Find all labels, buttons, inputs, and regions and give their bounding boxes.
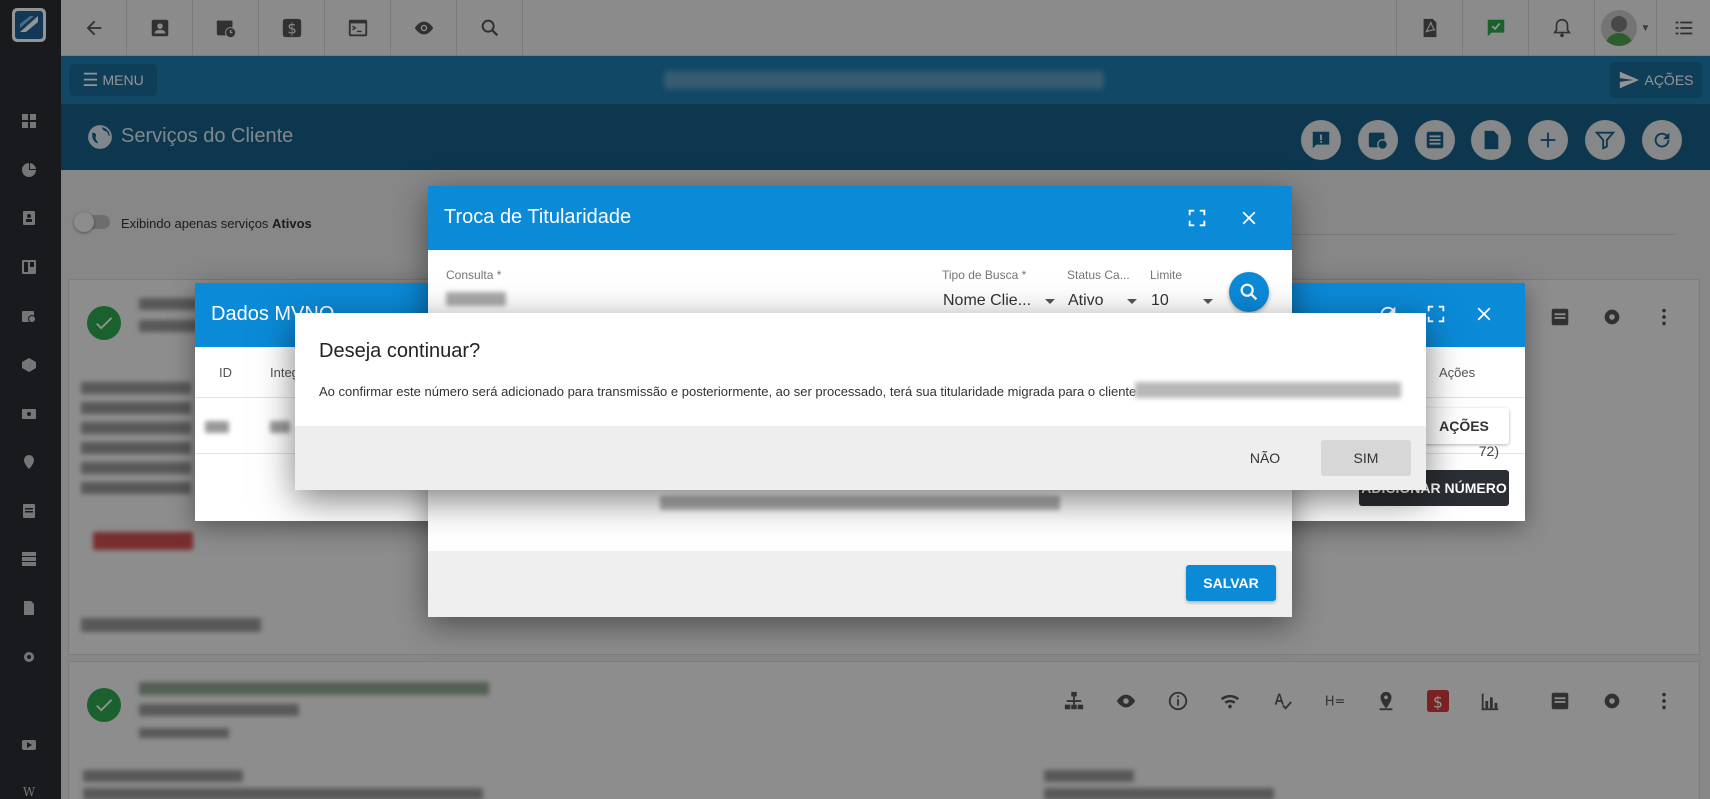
confirm-dialog-footer: NÃO SIM xyxy=(295,426,1426,490)
consulta-label: Consulta * xyxy=(446,268,502,282)
ownership-dialog-header: Troca de Titularidade xyxy=(428,186,1292,250)
fullscreen-icon[interactable] xyxy=(1186,207,1208,234)
chevron-down-icon xyxy=(1045,299,1055,304)
save-button[interactable]: SALVAR xyxy=(1186,565,1276,601)
redacted-text xyxy=(270,421,290,433)
row-info-text: 72) xyxy=(1478,443,1499,459)
confirm-dialog-title: Deseja continuar? xyxy=(319,340,481,362)
search-type-select[interactable]: Nome Clie... xyxy=(943,292,1031,310)
redacted-text xyxy=(660,496,1060,510)
column-id: ID xyxy=(219,365,232,380)
status-select[interactable]: Ativo xyxy=(1068,292,1104,310)
search-button[interactable] xyxy=(1229,272,1269,312)
limit-select[interactable]: 10 xyxy=(1151,292,1169,310)
close-icon[interactable] xyxy=(1238,207,1260,234)
chevron-down-icon xyxy=(1127,299,1137,304)
chevron-down-icon xyxy=(1203,299,1213,304)
fullscreen-icon[interactable] xyxy=(1425,303,1447,325)
no-button[interactable]: NÃO xyxy=(1221,440,1309,476)
row-actions-button[interactable]: AÇÕES xyxy=(1419,408,1509,444)
limit-label: Limite xyxy=(1150,268,1183,282)
redacted-client-name xyxy=(1135,382,1401,398)
consulta-input[interactable] xyxy=(446,292,506,306)
close-icon[interactable] xyxy=(1473,303,1495,325)
redacted-text xyxy=(205,421,229,433)
column-acoes: Ações xyxy=(1439,365,1476,380)
ownership-dialog-footer: SALVAR xyxy=(428,551,1292,617)
status-label: Status Ca... xyxy=(1067,268,1130,282)
yes-button[interactable]: SIM xyxy=(1321,440,1411,476)
confirm-dialog-message: Ao confirmar este número será adicionado… xyxy=(319,384,1137,399)
ownership-dialog-title: Troca de Titularidade xyxy=(444,206,632,228)
search-icon xyxy=(1240,283,1258,301)
search-type-label: Tipo de Busca * xyxy=(942,268,1027,282)
confirm-dialog: Deseja continuar? Ao confirmar este núme… xyxy=(295,313,1426,490)
